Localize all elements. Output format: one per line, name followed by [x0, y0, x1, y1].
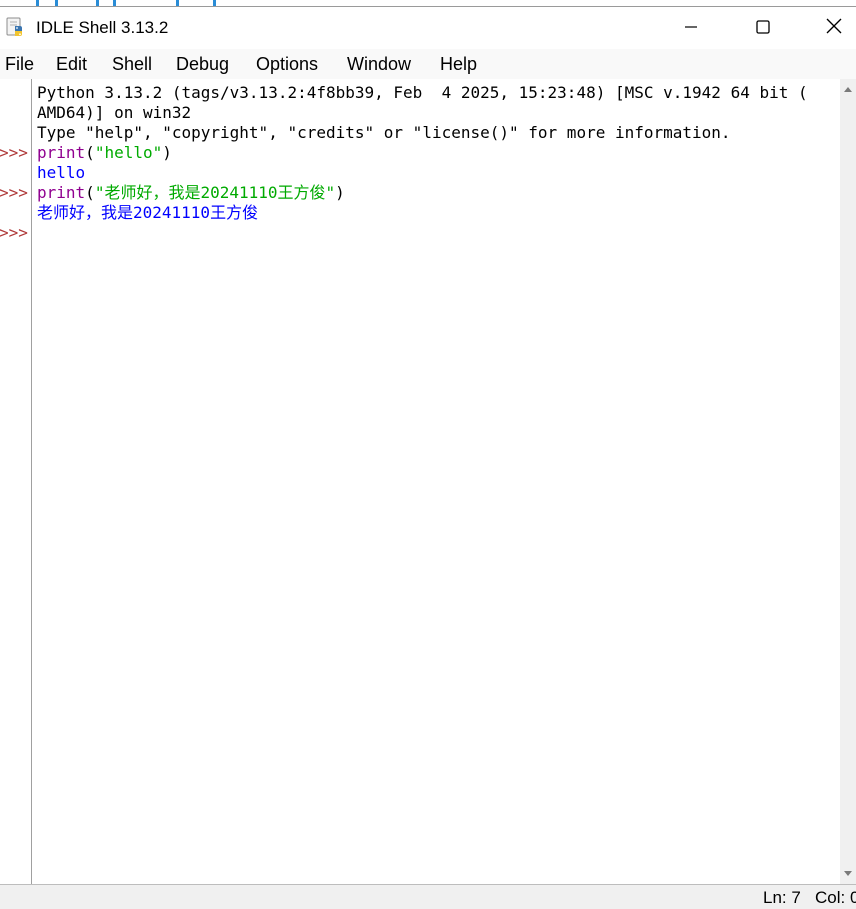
window-title: IDLE Shell 3.13.2	[36, 18, 169, 37]
banner-line: AMD64)] on win32	[37, 103, 192, 122]
menu-file[interactable]: File	[5, 53, 34, 75]
output-line: hello	[37, 163, 86, 182]
menu-shell[interactable]: Shell	[112, 53, 152, 75]
minimize-icon	[684, 19, 698, 38]
menu-window[interactable]: Window	[347, 53, 411, 75]
scroll-up-arrow-icon[interactable]	[844, 87, 852, 92]
gutter-divider	[31, 79, 32, 884]
shell-prompt: >>>	[0, 223, 28, 242]
paren: )	[335, 183, 345, 202]
column-number-status: Col: 0	[815, 888, 856, 907]
menu-edit[interactable]: Edit	[56, 53, 87, 75]
menu-bar: File Edit Shell Debug Options Window Hel…	[0, 49, 856, 79]
menu-help[interactable]: Help	[440, 53, 477, 75]
close-icon	[826, 18, 842, 38]
menu-debug[interactable]: Debug	[176, 53, 229, 75]
scroll-down-arrow-icon[interactable]	[844, 871, 852, 876]
maximize-icon	[756, 19, 770, 38]
paren: (	[85, 183, 95, 202]
builtin-keyword: print	[37, 183, 86, 202]
status-bar: Ln: 7 Col: 0	[0, 885, 856, 909]
shell-prompt: >>>	[0, 183, 28, 202]
banner-line: Python 3.13.2 (tags/v3.13.2:4f8bb39, Feb…	[37, 83, 808, 102]
shell-prompt: >>>	[0, 143, 28, 162]
menu-options[interactable]: Options	[256, 53, 318, 75]
string-literal: "老师好，我是20241110王方俊"	[94, 183, 336, 202]
python-idle-icon[interactable]	[5, 17, 27, 39]
prompt-gutter: >>> >>> >>>	[0, 79, 31, 884]
minimize-button[interactable]	[656, 7, 726, 49]
title-bar[interactable]: IDLE Shell 3.13.2	[0, 7, 856, 49]
close-button[interactable]	[799, 7, 856, 49]
input-line: print("hello")	[37, 143, 172, 163]
banner-line: Type "help", "copyright", "credits" or "…	[37, 123, 731, 142]
string-literal: "hello"	[94, 143, 163, 162]
maximize-button[interactable]	[728, 7, 798, 49]
vertical-scrollbar[interactable]	[840, 79, 856, 884]
paren: )	[162, 143, 172, 162]
builtin-keyword: print	[37, 143, 86, 162]
paren: (	[85, 143, 95, 162]
line-number-status: Ln: 7	[763, 888, 801, 907]
output-line: 老师好，我是20241110王方俊	[37, 203, 259, 222]
shell-area: >>> >>> >>> Python 3.13.2 (tags/v3.13.2:…	[0, 79, 856, 885]
input-line: print("老师好，我是20241110王方俊")	[37, 183, 345, 203]
shell-text-area[interactable]: Python 3.13.2 (tags/v3.13.2:4f8bb39, Feb…	[37, 83, 839, 883]
